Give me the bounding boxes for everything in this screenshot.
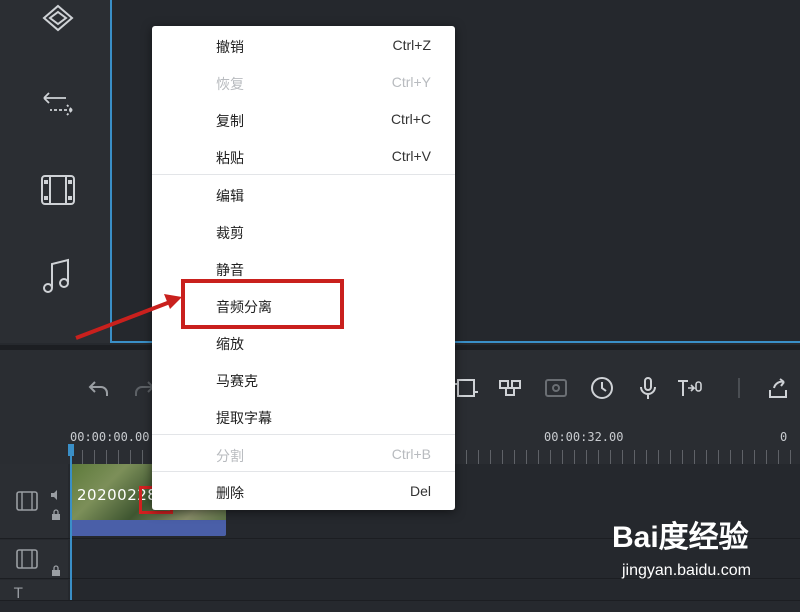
menu-item-shortcut: Ctrl+Y [391,74,431,90]
time-label-start: 00:00:00.00 [70,430,150,444]
menu-item-shortcut: Ctrl+V [391,148,431,164]
menu-item[interactable]: 撤销 Ctrl+Z [152,28,455,65]
left-sidebar [0,0,110,343]
menu-item[interactable]: 马赛克 [152,362,455,399]
filmstrip-icon[interactable] [36,168,80,212]
filmstrip-icon [14,488,40,514]
menu-item-label: 编辑 [216,189,244,205]
menu-item[interactable]: 复制 Ctrl+C [152,102,455,139]
lock-icon[interactable] [50,562,62,576]
speaker-icon[interactable] [50,486,62,500]
menu-item-label: 分割 [216,449,244,465]
undo-icon[interactable] [85,374,113,402]
menu-item-shortcut: Ctrl+B [391,446,431,462]
menu-item-label: 复制 [216,114,244,130]
time-label-end: 0 [780,430,788,444]
watermark: Bai度经验 jingyan.baidu.com [612,512,792,592]
track-header: T [0,580,68,602]
menu-item-shortcut: Ctrl+C [390,111,431,127]
voiceover-icon[interactable] [634,374,662,402]
watermark-url: jingyan.baidu.com [622,562,751,579]
layers-icon[interactable] [36,0,80,44]
menu-item-label: 提取字幕 [216,411,272,427]
menu-item-label: 恢复 [216,77,244,93]
speed-icon[interactable] [588,374,616,402]
text-icon: T [14,586,23,602]
toolbar-separator [738,378,740,398]
menu-separator [152,471,455,472]
menu-item-shortcut: Del [409,483,431,499]
menu-item[interactable]: 编辑 [152,177,455,214]
menu-item: 恢复 Ctrl+Y [152,65,455,102]
lock-icon[interactable] [50,506,62,520]
menu-item: 分割 Ctrl+B [152,437,455,474]
transition-icon[interactable] [36,82,80,126]
menu-item[interactable]: 提取字幕 [152,399,455,436]
watermark-brand: Bai度经验 [612,521,749,554]
track-header [0,464,68,538]
track-header [0,540,68,578]
menu-item[interactable]: 删除 Del [152,474,455,511]
filmstrip-icon [14,546,40,572]
menu-annotation-box [181,279,344,329]
menu-item[interactable]: 粘贴 Ctrl+V [152,139,455,176]
menu-item-label: 马赛克 [216,374,258,390]
menu-item[interactable]: 缩放 [152,325,455,362]
freeze-frame-icon[interactable] [542,374,570,402]
context-menu: 撤销 Ctrl+Z 恢复 Ctrl+Y 复制 Ctrl+C 粘贴 Ctrl+V 编辑 裁剪 静音 音频… [152,26,455,510]
export-icon[interactable] [764,374,792,402]
menu-item-label: 粘贴 [216,151,244,167]
menu-item-label: 撤销 [216,40,244,56]
clip-audio-bar [71,520,226,536]
menu-item[interactable]: 裁剪 [152,214,455,251]
crop-icon[interactable] [452,374,480,402]
menu-item-shortcut: Ctrl+Z [392,37,432,53]
menu-item-label: 删除 [216,486,244,502]
menu-separator [152,434,455,435]
menu-separator [152,174,455,175]
menu-item-label: 静音 [216,263,244,279]
text-to-speech-icon[interactable] [676,374,704,402]
menu-item-label: 缩放 [216,337,244,353]
playhead[interactable] [70,446,72,600]
time-label-mid: 00:00:32.00 [544,430,624,444]
menu-item-label: 裁剪 [216,226,244,242]
mosaic-icon[interactable] [496,374,524,402]
music-icon[interactable] [36,254,80,298]
